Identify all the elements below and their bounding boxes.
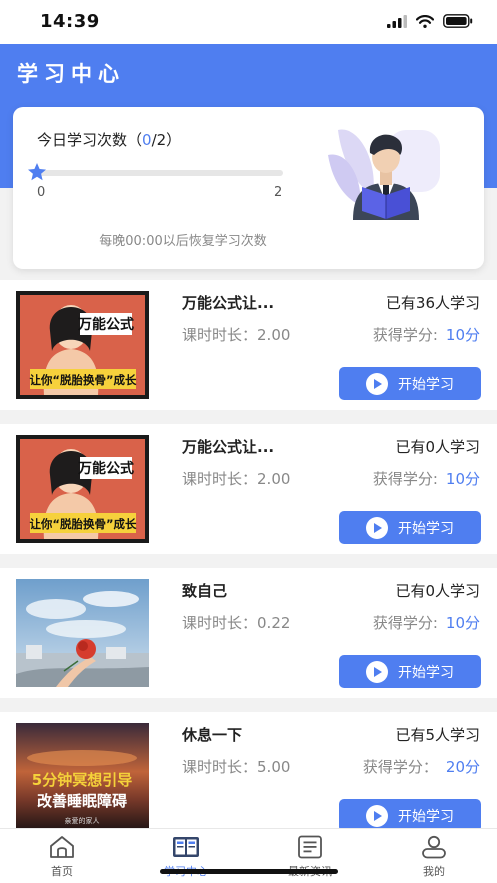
course-item[interactable]: 万能公式 让你“脱胎换骨”成长 万能公式让... 已有0人学习 课时时长：2.0… — [0, 424, 497, 554]
play-icon — [366, 660, 388, 683]
credit-label: 获得学分: — [372, 326, 438, 344]
duration-label: 课时时长： — [182, 326, 258, 344]
thumb-subtitle-text: 让你“脱胎换骨”成长 — [29, 373, 137, 387]
duration-value: 2.00 — [257, 470, 291, 488]
progress-max-label: 2 — [274, 185, 283, 200]
course-item[interactable]: 万能公式 让你“脱胎换骨”成长 万能公式让... 已有36人学习 课时时长：2.… — [0, 280, 497, 410]
play-icon — [366, 516, 388, 539]
app-screen: 14:39 学习中心 今日学习次数（0/2） 0 2 每晚00:00以后恢复学习… — [0, 0, 497, 883]
course-thumbnail: 万能公式 让你“脱胎换骨”成长 — [16, 291, 149, 399]
study-count-total: /2） — [151, 131, 182, 149]
study-count-label: 今日学习次数（0/2） — [37, 129, 181, 150]
course-learner-count: 已有0人学习 — [395, 438, 480, 456]
start-learning-label: 开始学习 — [398, 664, 454, 681]
credit-label: 获得学分: — [372, 614, 438, 632]
tab-home-label: 首页 — [51, 865, 73, 878]
course-credit: 获得学分： 20分 — [363, 756, 480, 777]
course-duration: 课时时长：0.22 — [182, 612, 290, 633]
course-credit: 获得学分: 10分 — [373, 324, 480, 345]
course-thumbnail: 万能公式 让你“脱胎换骨”成长 — [16, 435, 149, 543]
star-icon — [28, 163, 46, 181]
duration-value: 2.00 — [257, 326, 291, 344]
credit-value: 20分 — [445, 758, 480, 776]
course-thumbnail — [16, 579, 149, 687]
duration-value: 5.00 — [257, 758, 291, 776]
status-time: 14:39 — [40, 11, 100, 32]
duration-value: 0.22 — [257, 614, 291, 632]
course-credit: 获得学分: 10分 — [373, 468, 480, 489]
course-title: 万能公式让... — [182, 294, 275, 312]
study-count-current: 0 — [142, 131, 152, 149]
bottom-tab-bar: 首页 学习中心 最新资讯 — [0, 828, 497, 883]
status-bar: 14:39 — [0, 0, 497, 44]
duration-label: 课时时长： — [182, 758, 258, 776]
play-icon — [366, 804, 388, 827]
credit-value: 10分 — [445, 470, 480, 488]
tab-profile[interactable]: 我的 — [372, 835, 496, 879]
start-learning-label: 开始学习 — [398, 520, 454, 537]
thumb-subtitle-text: 改善睡眠障碍 — [37, 792, 127, 810]
user-icon — [422, 835, 446, 859]
thumb-caption-text: 亲爱的家人 — [65, 816, 100, 825]
tab-profile-label: 我的 — [423, 865, 445, 878]
thumb-subtitle-text: 让你“脱胎换骨”成长 — [29, 517, 137, 531]
credit-label: 获得学分: — [372, 470, 438, 488]
course-learner-count: 已有0人学习 — [395, 582, 480, 600]
duration-label: 课时时长： — [182, 614, 258, 632]
start-learning-button[interactable]: 开始学习 — [339, 655, 481, 688]
progress-min-label: 0 — [37, 185, 46, 200]
credit-value: 10分 — [445, 614, 480, 632]
home-icon — [50, 836, 74, 858]
course-title: 万能公式让... — [182, 438, 275, 456]
reading-person-illustration — [328, 129, 440, 220]
study-count-prefix: 今日学习次数（ — [37, 131, 143, 149]
course-title: 休息一下 — [182, 726, 243, 744]
home-indicator — [160, 869, 338, 874]
reset-note: 每晚00:00以后恢复学习次数 — [99, 234, 267, 249]
thumb-title-text: 万能公式 — [77, 460, 134, 477]
course-learner-count: 已有36人学习 — [385, 294, 480, 312]
thumb-title-text: 万能公式 — [77, 316, 134, 333]
thumb-title-text: 5分钟冥想引导 — [32, 771, 132, 789]
signal-icon — [387, 14, 407, 28]
credit-label: 获得学分： — [362, 758, 438, 776]
study-progress-bar — [39, 170, 283, 176]
start-learning-label: 开始学习 — [398, 376, 454, 393]
course-duration: 课时时长：2.00 — [182, 324, 290, 345]
news-icon — [298, 835, 322, 859]
wifi-icon — [416, 14, 434, 28]
battery-icon — [443, 14, 473, 28]
course-credit: 获得学分: 10分 — [373, 612, 480, 633]
credit-value: 10分 — [445, 326, 480, 344]
duration-label: 课时时长： — [182, 470, 258, 488]
start-learning-button[interactable]: 开始学习 — [339, 511, 481, 544]
play-icon — [366, 372, 388, 395]
start-learning-button[interactable]: 开始学习 — [339, 367, 481, 400]
course-item[interactable]: 5分钟冥想引导 改善睡眠障碍 亲爱的家人 休息一下 已有5人学习 课时时长：5.… — [0, 712, 497, 842]
course-duration: 课时时长：2.00 — [182, 468, 290, 489]
course-thumbnail: 5分钟冥想引导 改善睡眠障碍 亲爱的家人 — [16, 723, 149, 831]
start-learning-label: 开始学习 — [398, 808, 454, 825]
study-count-card: 今日学习次数（0/2） 0 2 每晚00:00以后恢复学习次数 — [13, 107, 484, 269]
system-icons — [387, 14, 473, 28]
page-title: 学习中心 — [17, 62, 125, 86]
course-title: 致自己 — [182, 582, 228, 600]
tab-home[interactable]: 首页 — [0, 835, 124, 879]
course-item[interactable]: 致自己 已有0人学习 课时时长：0.22 获得学分: 10分 开始学习 — [0, 568, 497, 698]
course-learner-count: 已有5人学习 — [395, 726, 480, 744]
course-duration: 课时时长：5.00 — [182, 756, 290, 777]
book-icon — [173, 837, 199, 857]
